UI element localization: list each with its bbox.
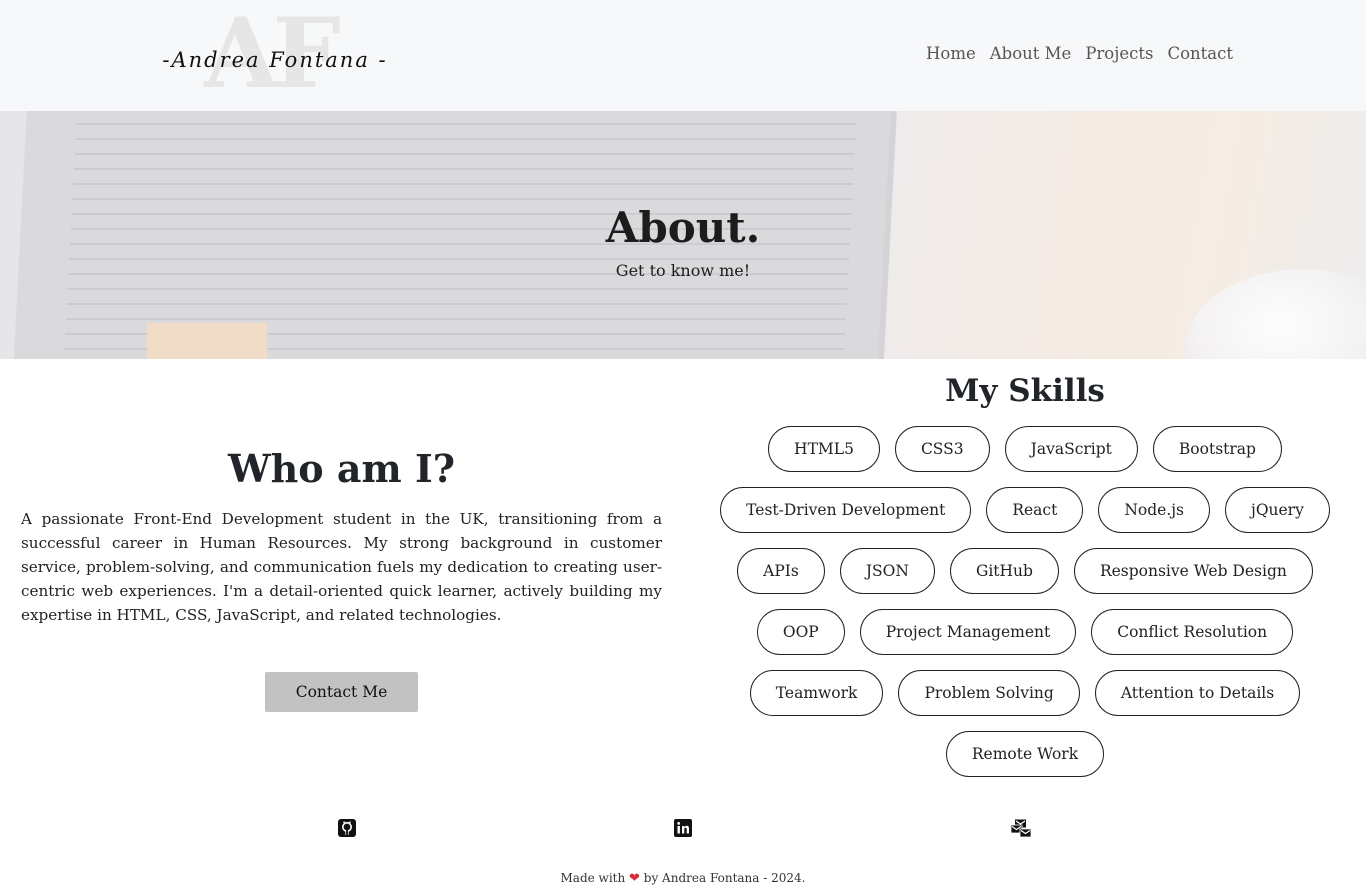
about-heading: Who am I? [228,446,455,491]
skill-pill: Problem Solving [898,670,1080,716]
skills-heading: My Skills [945,373,1105,409]
skills-row: Teamwork Problem Solving Attention to De… [700,670,1350,731]
main-nav: Home About Me Projects Contact [926,44,1233,63]
skill-pill: APIs [737,548,825,594]
skill-pill: Attention to Details [1094,670,1301,716]
github-icon[interactable] [337,818,357,838]
linkedin-icon[interactable] [673,818,693,838]
hero-subtitle: Get to know me! [615,261,751,280]
hero-title: About. [605,203,761,252]
skill-pill: Bootstrap [1152,426,1282,472]
heart-icon: ❤ [629,871,640,886]
footer-author: by Andrea Fontana - 2024. [643,871,806,885]
mail-icon[interactable] [1010,818,1032,838]
skills-list: HTML5 CSS3 JavaScript Bootstrap Test-Dri… [700,426,1350,792]
skill-pill: HTML5 [768,426,880,472]
skill-pill: JavaScript [1004,426,1138,472]
skills-row: Remote Work [700,731,1350,792]
footer-credit: Made with ❤ by Andrea Fontana - 2024. [0,871,1366,886]
skill-pill: JSON [839,548,935,594]
logo-name: -Andrea Fontana - [162,48,388,72]
skill-pill: Remote Work [945,731,1105,777]
skills-row: HTML5 CSS3 JavaScript Bootstrap [700,426,1350,487]
navbar: AF -Andrea Fontana - Home About Me Proje… [0,0,1366,111]
skill-pill: Test-Driven Development [720,487,972,533]
about-text: A passionate Front-End Development stude… [21,510,662,624]
skill-pill: GitHub [949,548,1059,594]
logo[interactable]: AF -Andrea Fontana - [160,6,390,102]
skill-pill: jQuery [1225,487,1330,533]
skills-row: Test-Driven Development React Node.js jQ… [700,487,1350,548]
hero-banner: About. Get to know me! [0,111,1366,359]
nav-link-projects[interactable]: Projects [1085,44,1153,63]
skill-pill: React [986,487,1084,533]
contact-me-button[interactable]: Contact Me [265,672,418,712]
skills-row: OOP Project Management Conflict Resoluti… [700,609,1350,670]
nav-link-home[interactable]: Home [926,44,976,63]
nav-link-about[interactable]: About Me [990,44,1072,63]
skill-pill: Project Management [859,609,1077,655]
skill-pill: Teamwork [749,670,884,716]
footer-made-with: Made with [560,871,626,885]
skill-pill: OOP [756,609,845,655]
nav-link-contact[interactable]: Contact [1167,44,1233,63]
skill-pill: Conflict Resolution [1091,609,1294,655]
skills-row: APIs JSON GitHub Responsive Web Design [700,548,1350,609]
skill-pill: CSS3 [894,426,990,472]
skill-pill: Node.js [1098,487,1211,533]
skill-pill: Responsive Web Design [1073,548,1313,594]
